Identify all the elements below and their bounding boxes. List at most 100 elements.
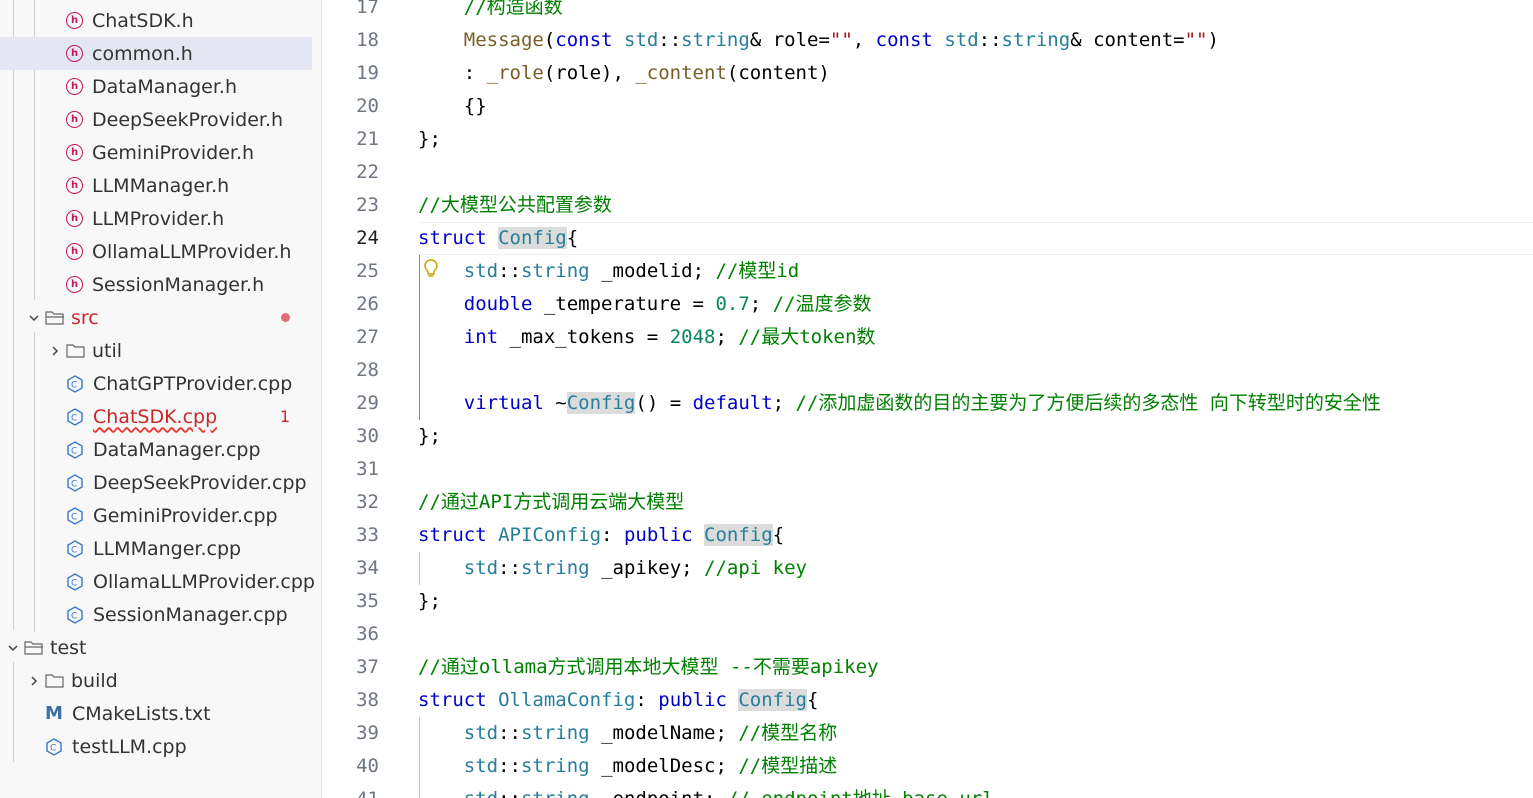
cpp-file-icon: C (67, 407, 83, 426)
explorer-item-label: OllamaLLMProvider.h (92, 240, 292, 263)
line-number: 37 (356, 656, 379, 678)
svg-text:C: C (71, 380, 77, 390)
line-number: 34 (356, 557, 379, 579)
svg-text:C: C (71, 479, 77, 489)
explorer-item-ollamallmprovider-cpp[interactable]: C OllamaLLMProvider.cpp (0, 565, 315, 598)
code-line-active[interactable]: struct Config{ (418, 222, 578, 255)
code-line[interactable]: }; (418, 585, 441, 618)
cpp-file-icon: C (67, 374, 83, 393)
explorer-item-label: GeminiProvider.h (92, 141, 255, 164)
line-number: 38 (356, 689, 379, 711)
line-number: 21 (356, 128, 379, 150)
code-line[interactable]: //构造函数 (418, 0, 563, 24)
explorer-item-chatgptprovider-cpp[interactable]: C ChatGPTProvider.cpp (0, 367, 312, 400)
current-line-highlight (418, 222, 1533, 255)
modified-dot-icon (281, 313, 290, 322)
svg-text:C: C (71, 413, 77, 423)
code-editor[interactable]: 17 18 19 20 21 22 23 24 25 26 27 28 29 3… (322, 0, 1533, 798)
explorer-sidebar: h ChatSDK.h h common.h h DataManager.h h… (0, 0, 322, 798)
explorer-item-label: SessionManager.h (92, 273, 265, 296)
header-file-icon: h (66, 177, 83, 194)
explorer-folder-test[interactable]: test (0, 631, 312, 664)
line-number: 28 (356, 359, 379, 381)
svg-text:C: C (71, 512, 77, 522)
explorer-item-label: OllamaLLMProvider.cpp (93, 570, 315, 593)
cmake-file-icon: M (45, 703, 63, 724)
line-number: 30 (356, 425, 379, 447)
explorer-item-label: ChatSDK.cpp (93, 405, 218, 428)
line-number: 20 (356, 95, 379, 117)
explorer-folder-util[interactable]: util (0, 334, 312, 367)
chevron-right-icon (31, 675, 38, 686)
explorer-item-label: CMakeLists.txt (72, 702, 211, 725)
explorer-item-ollamallmprovider-h[interactable]: h OllamaLLMProvider.h (0, 235, 312, 268)
explorer-item-cmakelists[interactable]: M CMakeLists.txt (0, 697, 312, 730)
code-line[interactable]: std::string _apikey; //api key (418, 552, 807, 585)
explorer-item-label: LLMProvider.h (92, 207, 225, 230)
explorer-item-sessionmanager-cpp[interactable]: C SessionManager.cpp (0, 598, 312, 631)
explorer-item-datamanager-cpp[interactable]: C DataManager.cpp (0, 433, 312, 466)
explorer-item-sessionmanager-h[interactable]: h SessionManager.h (0, 268, 312, 301)
explorer-item-label: SessionManager.cpp (93, 603, 288, 626)
code-line[interactable]: }; (418, 420, 441, 453)
code-line[interactable]: struct OllamaConfig: public Config{ (418, 684, 818, 717)
line-number: 27 (356, 326, 379, 348)
explorer-item-datamanager-h[interactable]: h DataManager.h (0, 70, 312, 103)
line-number-active: 24 (356, 227, 379, 249)
code-line[interactable]: {} (418, 90, 487, 123)
explorer-item-llmprovider-h[interactable]: h LLMProvider.h (0, 202, 312, 235)
explorer-item-llmmanager-h[interactable]: h LLMManager.h (0, 169, 312, 202)
cpp-file-icon: C (67, 440, 83, 459)
code-line[interactable]: struct APIConfig: public Config{ (418, 519, 784, 552)
code-line[interactable]: std::string _modelDesc; //模型描述 (418, 750, 837, 783)
explorer-item-deepseekprovider-h[interactable]: h DeepSeekProvider.h (0, 103, 312, 136)
explorer-item-label: common.h (92, 42, 193, 65)
line-number: 23 (356, 194, 379, 216)
code-line[interactable]: //大模型公共配置参数 (418, 189, 612, 222)
folder-icon (66, 343, 85, 358)
explorer-folder-src[interactable]: src (0, 301, 312, 334)
cpp-file-icon: C (67, 473, 83, 492)
folder-icon (45, 673, 64, 688)
code-line[interactable]: std::string _modelid; //模型id (418, 255, 799, 288)
explorer-item-geminiprovider-h[interactable]: h GeminiProvider.h (0, 136, 312, 169)
code-line[interactable]: Message(const std::string& role="", cons… (418, 24, 1219, 57)
code-line[interactable]: int _max_tokens = 2048; //最大token数 (418, 321, 876, 354)
explorer-item-label: testLLM.cpp (72, 735, 187, 758)
line-number: 26 (356, 293, 379, 315)
svg-text:C: C (71, 611, 77, 621)
code-line[interactable]: std::string _endpoint; // endpoint地址 bas… (418, 783, 994, 798)
explorer-item-label: ChatSDK.h (92, 9, 194, 32)
line-number: 25 (356, 260, 379, 282)
line-number: 32 (356, 491, 379, 513)
explorer-item-label: DeepSeekProvider.h (92, 108, 284, 131)
explorer-item-label: GeminiProvider.cpp (93, 504, 278, 527)
code-line[interactable]: //通过ollama方式调用本地大模型 --不需要apikey (418, 651, 878, 684)
code-line[interactable]: virtual ~Config() = default; //添加虚函数的目的主… (418, 387, 1381, 420)
explorer-item-testllm-cpp[interactable]: C testLLM.cpp (0, 730, 312, 763)
folder-open-icon (24, 640, 43, 655)
line-number: 31 (356, 458, 379, 480)
header-file-icon: h (66, 243, 83, 260)
code-line[interactable]: double _temperature = 0.7; //温度参数 (418, 288, 872, 321)
explorer-item-common-h[interactable]: h common.h (0, 37, 312, 70)
cpp-file-icon: C (46, 737, 62, 756)
code-line[interactable]: : _role(role), _content(content) (418, 57, 830, 90)
cpp-file-icon: C (67, 539, 83, 558)
cpp-file-icon: C (67, 506, 83, 525)
explorer-item-chatsdk-cpp[interactable]: C ChatSDK.cpp 1 (0, 400, 312, 433)
line-number: 17 (356, 0, 379, 18)
explorer-folder-build[interactable]: build (0, 664, 312, 697)
explorer-item-llmmanger-cpp[interactable]: C LLMManger.cpp (0, 532, 312, 565)
line-number: 40 (356, 755, 379, 777)
explorer-item-chatsdk-h[interactable]: h ChatSDK.h (0, 4, 312, 37)
explorer-item-deepseekprovider-cpp[interactable]: C DeepSeekProvider.cpp (0, 466, 312, 499)
line-number: 35 (356, 590, 379, 612)
folder-open-icon (45, 310, 64, 325)
code-line[interactable]: std::string _modelName; //模型名称 (418, 717, 837, 750)
code-line[interactable]: //通过API方式调用云端大模型 (418, 486, 684, 519)
code-line[interactable]: }; (418, 123, 441, 156)
header-file-icon: h (66, 144, 83, 161)
explorer-item-geminiprovider-cpp[interactable]: C GeminiProvider.cpp (0, 499, 312, 532)
svg-text:C: C (71, 545, 77, 555)
